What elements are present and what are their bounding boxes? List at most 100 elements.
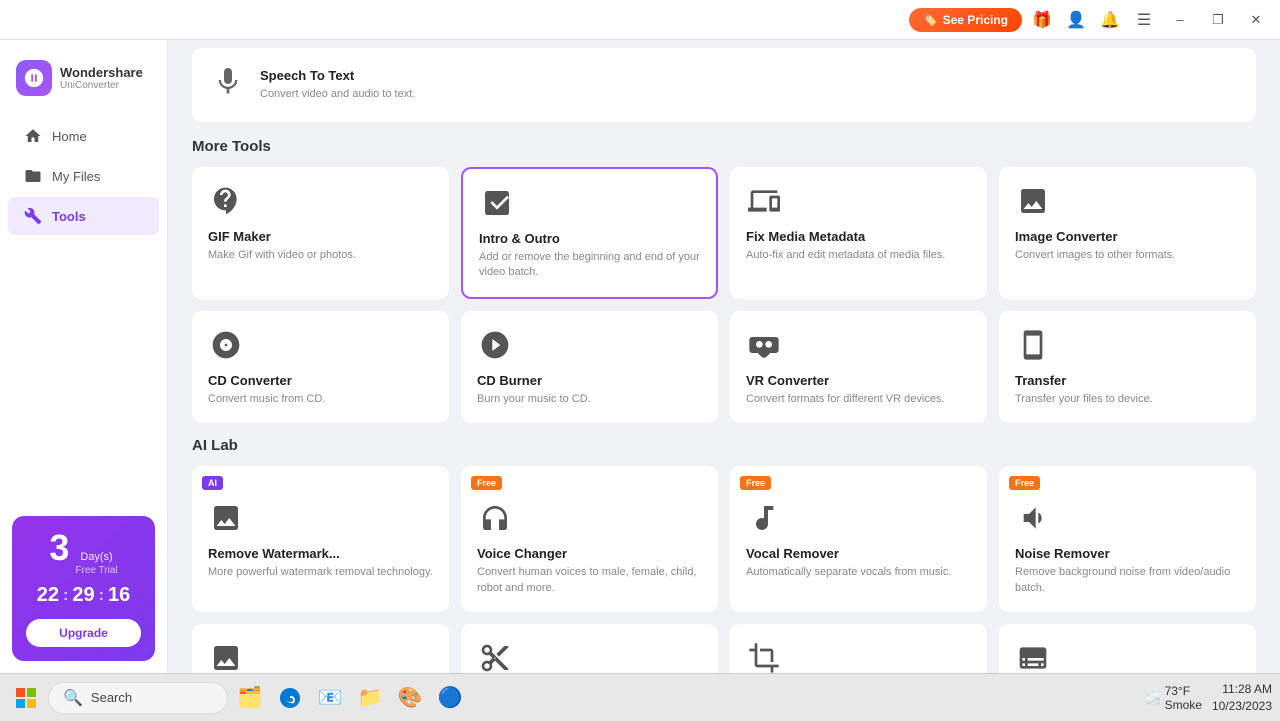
tool-card-gif-maker[interactable]: GIF Maker Make Gif with video or photos. [192,167,449,299]
tool-card-subtitle-editor[interactable]: Subtitle Editor A powerful subtitle edit… [999,624,1256,673]
ai-badge: AI [202,476,223,490]
user-icon[interactable]: 👤 [1062,6,1090,34]
weather-desc: Smoke [1165,698,1202,712]
trial-days: 3 [49,530,69,566]
search-icon: 🔍 [63,688,83,708]
logo-brand: Wondershare [60,65,143,81]
timer-minutes: 29 [72,584,94,607]
tool-card-fix-media[interactable]: Fix Media Metadata Auto-fix and edit met… [730,167,987,299]
timer-hours: 22 [37,584,59,607]
taskbar-search[interactable]: 🔍 Search [48,682,228,714]
transfer-icon [1015,327,1051,363]
voice-changer-desc: Convert human voices to male, female, ch… [477,565,702,596]
minimize-button[interactable]: – [1164,6,1196,34]
vr-converter-icon [746,327,782,363]
fix-media-icon [746,183,782,219]
ai-lab-grid: AI Remove Watermark... More powerful wat… [192,466,1256,673]
taskbar-clock: 11:28 AM 10/23/2023 [1212,681,1272,715]
fix-media-name: Fix Media Metadata [746,229,971,244]
cd-converter-desc: Convert music from CD. [208,392,433,407]
trial-free-label: Free Trial [75,565,117,576]
image-converter-desc: Convert images to other formats. [1015,248,1240,263]
tool-card-smart-trimmer[interactable]: Smart Trimmer Automatically trim your vi… [461,624,718,673]
gif-maker-icon [208,183,244,219]
titlebar-actions: 🏷️ See Pricing 🎁 👤 🔔 ☰ – ❐ ✕ [909,6,1272,34]
menu-icon[interactable]: ☰ [1130,6,1158,34]
app-logo [16,60,52,96]
speech-icon [210,62,246,98]
gif-maker-desc: Make Gif with video or photos. [208,248,433,263]
noise-remover-desc: Remove background noise from video/audio… [1015,565,1240,596]
trial-box: 3 Day(s) Free Trial 22 : 29 : 16 Upgrade [12,516,155,661]
speech-to-text-name: Speech To Text [260,68,415,83]
maximize-button[interactable]: ❐ [1202,6,1234,34]
tool-card-remove-watermark[interactable]: AI Remove Watermark... More powerful wat… [192,466,449,612]
logo-area: Wondershare UniConverter [0,48,167,116]
gift-icon[interactable]: 🎁 [1028,6,1056,34]
see-pricing-button[interactable]: 🏷️ See Pricing [909,8,1022,32]
sidebar-item-home[interactable]: Home [8,117,159,155]
tool-card-transfer[interactable]: Transfer Transfer your files to device. [999,311,1256,423]
smart-trimmer-icon [477,640,513,673]
clock-time: 11:28 AM [1212,681,1272,698]
noise-remover-name: Noise Remover [1015,546,1240,561]
start-button[interactable] [8,680,44,716]
main-content: Speech To Text Convert video and audio t… [168,40,1280,673]
taskbar-edge-icon[interactable] [272,680,308,716]
taskbar-app1-icon[interactable]: 🎨 [392,680,428,716]
vr-converter-desc: Convert formats for different VR devices… [746,392,971,407]
cd-converter-name: CD Converter [208,373,433,388]
upgrade-button[interactable]: Upgrade [26,619,141,647]
app-body: Wondershare UniConverter Home My Files T… [0,40,1280,673]
transfer-name: Transfer [1015,373,1240,388]
cd-burner-name: CD Burner [477,373,702,388]
remove-watermark-icon [208,500,244,536]
tool-card-cd-converter[interactable]: CD Converter Convert music from CD. [192,311,449,423]
nav-tools-label: Tools [52,209,86,224]
ai-lab-title: AI Lab [192,437,1256,454]
fix-media-desc: Auto-fix and edit metadata of media file… [746,248,971,263]
subtitle-editor-icon [1015,640,1051,673]
vr-converter-name: VR Converter [746,373,971,388]
cd-burner-icon [477,327,513,363]
tool-card-vocal-remover[interactable]: Free Vocal Remover Automatically separat… [730,466,987,612]
taskbar-mail-icon[interactable]: 📧 [312,680,348,716]
notification-icon[interactable]: 🔔 [1096,6,1124,34]
speech-to-text-desc: Convert video and audio to text. [260,87,415,102]
search-text: Search [91,690,132,705]
intro-outro-desc: Add or remove the beginning and end of y… [479,250,700,281]
weather-icon: 🌫️ [1146,691,1161,705]
nav-myfiles-label: My Files [52,169,100,184]
tool-card-auto-crop[interactable]: Auto Crop Automatically resize videos fo… [730,624,987,673]
tool-card-image-converter[interactable]: Image Converter Convert images to other … [999,167,1256,299]
taskbar-app2-icon[interactable]: 🔵 [432,680,468,716]
gif-maker-name: GIF Maker [208,229,433,244]
watermark-editor-icon [208,640,244,673]
more-tools-title: More Tools [192,138,1256,155]
speech-to-text-card[interactable]: Speech To Text Convert video and audio t… [192,48,1256,122]
sidebar-item-tools[interactable]: Tools [8,197,159,235]
tool-card-watermark-editor[interactable]: Watermark Editor Add or remove watermark… [192,624,449,673]
titlebar: 🏷️ See Pricing 🎁 👤 🔔 ☰ – ❐ ✕ [0,0,1280,40]
taskbar: 🔍 Search 🗂️ 📧 📁 🎨 🔵 🌫️ 73°F Smoke 11:28 … [0,673,1280,721]
remove-watermark-name: Remove Watermark... [208,546,433,561]
tool-card-intro-outro[interactable]: Intro & Outro Add or remove the beginnin… [461,167,718,299]
cd-converter-icon [208,327,244,363]
auto-crop-icon [746,640,782,673]
free-badge-vocal: Free [740,476,771,490]
taskbar-explorer-icon[interactable]: 🗂️ [232,680,268,716]
vocal-remover-name: Vocal Remover [746,546,971,561]
voice-changer-icon [477,500,513,536]
close-button[interactable]: ✕ [1240,6,1272,34]
image-converter-name: Image Converter [1015,229,1240,244]
logo-product: UniConverter [60,80,143,91]
image-converter-icon [1015,183,1051,219]
pricing-icon: 🏷️ [923,13,938,27]
tool-card-vr-converter[interactable]: VR Converter Convert formats for differe… [730,311,987,423]
free-badge-noise: Free [1009,476,1040,490]
tool-card-noise-remover[interactable]: Free Noise Remover Remove background noi… [999,466,1256,612]
sidebar-item-myfiles[interactable]: My Files [8,157,159,195]
taskbar-files-icon[interactable]: 📁 [352,680,388,716]
tool-card-cd-burner[interactable]: CD Burner Burn your music to CD. [461,311,718,423]
tool-card-voice-changer[interactable]: Free Voice Changer Convert human voices … [461,466,718,612]
